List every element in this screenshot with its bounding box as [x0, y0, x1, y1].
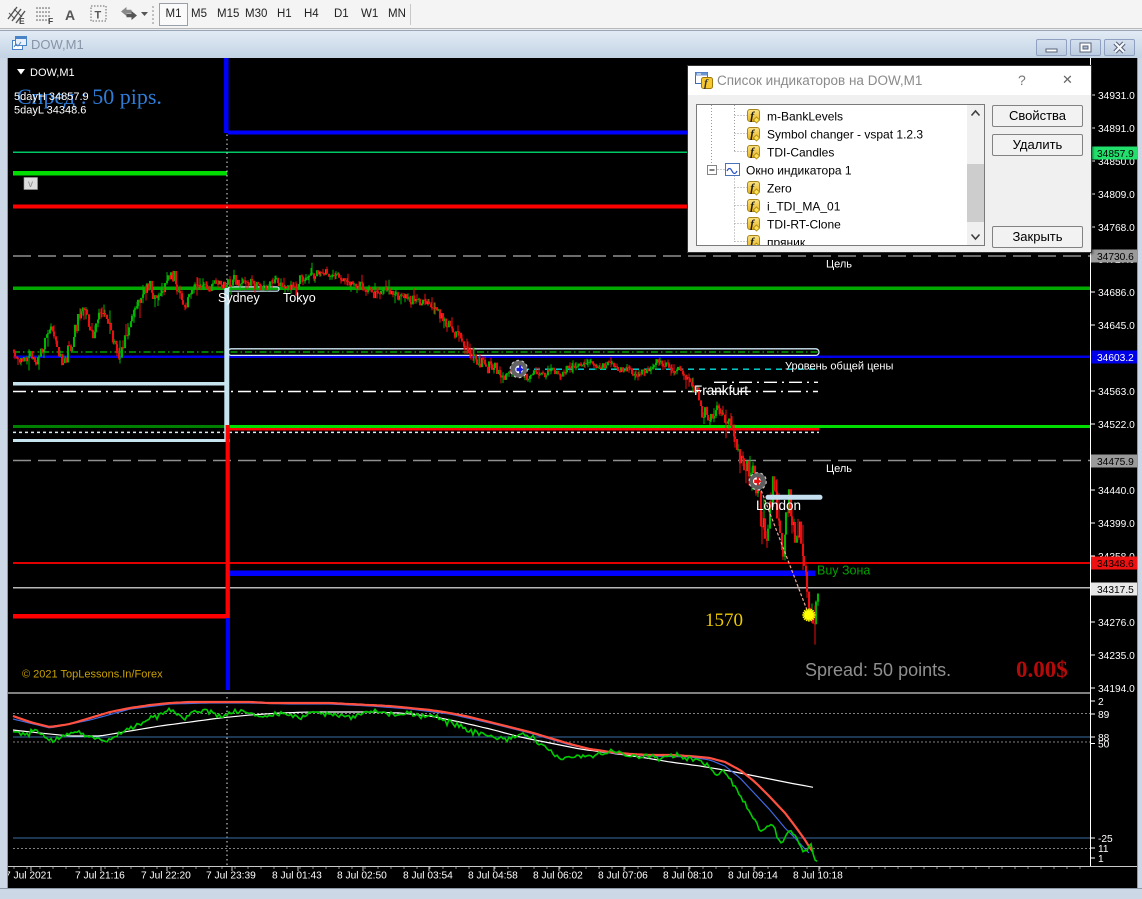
svg-text:8 Jul 10:18: 8 Jul 10:18: [793, 871, 843, 882]
svg-text:34235.0: 34235.0: [1098, 651, 1135, 662]
svg-text:Zero: Zero: [767, 182, 792, 196]
svg-text:A: A: [65, 7, 75, 23]
svg-text:London: London: [756, 498, 801, 513]
svg-text:© 2021 TopLessons.In/Forex: © 2021 TopLessons.In/Forex: [22, 669, 163, 681]
svg-text:TDI-RT-Clone: TDI-RT-Clone: [767, 218, 841, 232]
svg-text:Окно индикатора 1: Окно индикатора 1: [746, 164, 852, 178]
svg-text:m-BankLevels: m-BankLevels: [767, 110, 843, 124]
svg-text:34440.0: 34440.0: [1098, 486, 1135, 497]
svg-text:5dayL 34348.6: 5dayL 34348.6: [14, 105, 86, 117]
svg-text:7 Jul 22:20: 7 Jul 22:20: [141, 871, 191, 882]
svg-text:34399.0: 34399.0: [1098, 519, 1135, 530]
svg-text:8 Jul 03:54: 8 Jul 03:54: [403, 871, 453, 882]
svg-text:DOW,M1: DOW,M1: [30, 67, 75, 79]
svg-text:Frankfurt: Frankfurt: [694, 383, 748, 398]
svg-text:Sydney: Sydney: [218, 291, 260, 305]
svg-text:Buy Зона: Buy Зона: [817, 564, 870, 578]
svg-text:1: 1: [1098, 854, 1104, 865]
svg-text:8 Jul 04:58: 8 Jul 04:58: [468, 871, 518, 882]
svg-text:Уровень общей цены: Уровень общей цены: [785, 361, 893, 373]
svg-text:34522.0: 34522.0: [1098, 420, 1135, 431]
svg-text:TDI-Candles: TDI-Candles: [767, 146, 834, 160]
svg-text:v: v: [28, 179, 33, 190]
svg-text:34276.0: 34276.0: [1098, 618, 1135, 629]
svg-text:Spread: 50 points.: Spread: 50 points.: [805, 660, 951, 680]
svg-text:2: 2: [1098, 697, 1104, 708]
svg-text:34603.2: 34603.2: [1097, 353, 1134, 364]
svg-text:Цель: Цель: [826, 259, 852, 271]
svg-text:7 Jul 21:16: 7 Jul 21:16: [75, 871, 125, 882]
svg-text:7 Jul 23:39: 7 Jul 23:39: [206, 871, 256, 882]
svg-text:50: 50: [1098, 739, 1110, 750]
svg-text:34730.6: 34730.6: [1097, 252, 1134, 263]
svg-text:34768.0: 34768.0: [1098, 223, 1135, 234]
svg-text:34809.0: 34809.0: [1098, 190, 1135, 201]
svg-text:34645.0: 34645.0: [1098, 321, 1135, 332]
svg-text:34857.9: 34857.9: [1097, 149, 1134, 160]
svg-text:8 Jul 01:43: 8 Jul 01:43: [272, 871, 322, 882]
svg-text:E: E: [19, 16, 25, 26]
svg-text:Tokyo: Tokyo: [283, 291, 316, 305]
svg-text:34686.0: 34686.0: [1098, 288, 1135, 299]
svg-text:89: 89: [1098, 710, 1110, 721]
svg-text:34317.5: 34317.5: [1097, 585, 1134, 596]
svg-text:34475.9: 34475.9: [1097, 457, 1134, 468]
svg-text:1570: 1570: [705, 610, 743, 631]
svg-text:Цель: Цель: [826, 463, 852, 475]
svg-text:34931.0: 34931.0: [1098, 91, 1135, 102]
svg-text:F: F: [48, 16, 53, 26]
svg-text:T: T: [95, 10, 102, 22]
svg-text:34891.0: 34891.0: [1098, 124, 1135, 135]
svg-text:i_TDI_MA_01: i_TDI_MA_01: [767, 200, 841, 214]
svg-text:8 Jul 02:50: 8 Jul 02:50: [337, 871, 387, 882]
svg-text:34194.0: 34194.0: [1098, 684, 1135, 695]
svg-text:8 Jul 08:10: 8 Jul 08:10: [663, 871, 713, 882]
svg-text:0.00$: 0.00$: [1016, 657, 1068, 682]
svg-text:8 Jul 06:02: 8 Jul 06:02: [533, 871, 583, 882]
svg-text:Symbol changer - vspat 1.2.3: Symbol changer - vspat 1.2.3: [767, 128, 923, 142]
svg-text:5dayH 34857.9: 5dayH 34857.9: [14, 91, 89, 103]
svg-text:34563.0: 34563.0: [1098, 387, 1135, 398]
svg-text:34348.6: 34348.6: [1097, 559, 1134, 570]
svg-text:8 Jul 09:14: 8 Jul 09:14: [728, 871, 778, 882]
svg-text:8 Jul 07:06: 8 Jul 07:06: [598, 871, 648, 882]
svg-text:пряник: пряник: [767, 236, 806, 246]
svg-text:7 Jul 2021: 7 Jul 2021: [8, 871, 52, 882]
